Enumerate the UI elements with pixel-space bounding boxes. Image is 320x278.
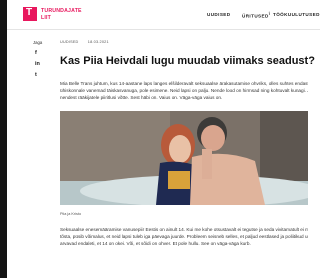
article-photo: [60, 111, 308, 205]
body-line: Seksuaalse enesemääramise vanusepiir Ees…: [60, 227, 308, 232]
lead-line: Mia Belle Trans juhtum, kus 14-aastane l…: [60, 81, 308, 86]
article-meta: UUDISED 18.03.2021: [60, 40, 109, 44]
site-header: T TURUNDAJATE LIIT UUDISED ÜRITUSEDÎ TÖÖ…: [7, 0, 320, 30]
logo-icon[interactable]: T: [23, 7, 37, 21]
linkedin-icon[interactable]: in: [35, 61, 47, 67]
nav-item-tookuulutused[interactable]: TÖÖKUULUTUSED: [273, 12, 320, 17]
nav-item-uritused-marker: Î: [268, 12, 271, 16]
body-line: arvavad endaleti, et 14 on okei. Või, et…: [60, 241, 251, 247]
article-body: Seksuaalse enesemääramise vanusepiir Ees…: [60, 226, 308, 248]
article-date: 18.03.2021: [87, 40, 109, 44]
share-panel: Jaga f in t: [33, 40, 47, 78]
share-label: Jaga: [33, 40, 43, 45]
facebook-icon[interactable]: f: [35, 50, 47, 56]
twitter-icon[interactable]: t: [35, 72, 47, 78]
photo-illustration: [60, 111, 308, 205]
lead-line: ühiskonnale vanemad täiskasvanuga, pole …: [60, 88, 308, 93]
photo-caption: Piia ja Kristo: [60, 212, 82, 216]
lead-line: nendest rääkijatele piiritlusi võtte. Se…: [60, 95, 223, 100]
nav-item-uritused[interactable]: ÜRITUSEDÎ: [242, 12, 270, 19]
body-line: tõsta, püsib võimalus, et neid lapsi tul…: [60, 234, 308, 240]
article-category[interactable]: UUDISED: [60, 40, 79, 44]
logo-line-2: LIIT: [41, 14, 52, 21]
nav-item-uritused-label: ÜRITUSED: [242, 13, 269, 19]
logo-text[interactable]: TURUNDAJATE LIIT: [41, 8, 82, 21]
left-rail: [0, 0, 7, 278]
article-title: Kas Piia Heivdali lugu muudab viimaks se…: [60, 55, 315, 67]
nav-item-uudised[interactable]: UUDISED: [207, 12, 230, 17]
logo-line-1: TURUNDAJATE: [41, 8, 82, 14]
article-lead: Mia Belle Trans juhtum, kus 14-aastane l…: [60, 80, 308, 101]
